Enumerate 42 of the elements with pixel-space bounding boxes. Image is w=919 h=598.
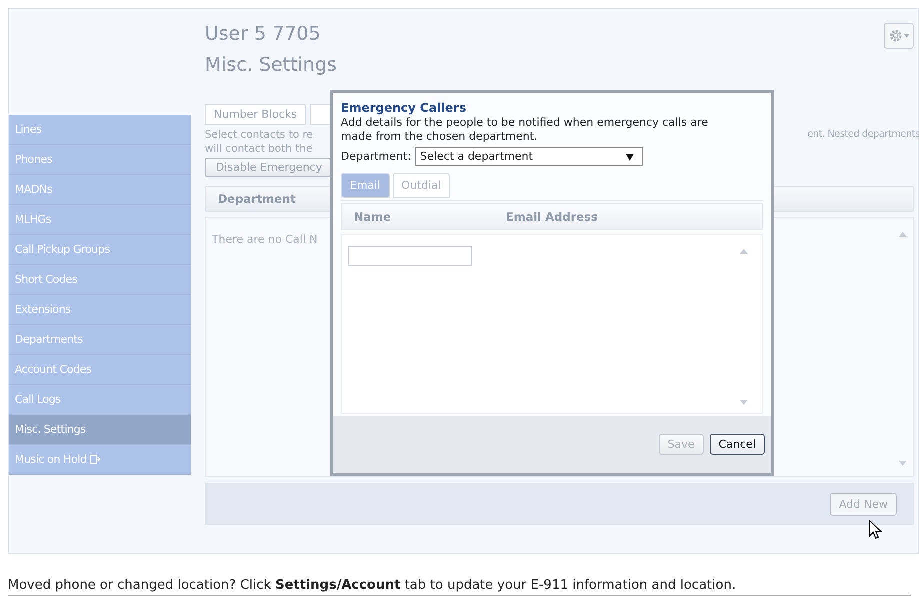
page-subtitle: Misc. Settings <box>205 54 338 78</box>
column-header: Name <box>353 210 392 224</box>
sidebar-item[interactable]: Short Codes <box>9 265 191 295</box>
sidebar-item[interactable]: Lines <box>9 115 191 145</box>
tab[interactable] <box>310 104 332 125</box>
tab[interactable]: Outdial <box>392 173 450 198</box>
dialog-button[interactable]: Cancel <box>710 434 765 455</box>
sidebar-item[interactable]: Phones <box>9 145 191 175</box>
settings-icon <box>888 29 902 43</box>
scroll-up-icon[interactable] <box>899 232 907 237</box>
dialog-description: Add details for the people to be notified when emergency calls are made from the chosen department. <box>341 116 710 144</box>
footer-text: Moved phone or changed location? Click Settings/Account tab to update your E-911 information and location. <box>8 578 911 596</box>
column-header: Email Address <box>505 210 600 224</box>
page-title: User 5 7705 <box>205 23 321 47</box>
dropdown-icon <box>626 152 634 160</box>
sidebar-item[interactable]: MADNs <box>9 175 191 205</box>
sidebar-item[interactable]: Account Codes <box>9 355 191 385</box>
scroll-up-icon[interactable] <box>740 249 748 254</box>
settings-button[interactable] <box>884 23 914 49</box>
tab[interactable]: Number Blocks <box>205 104 306 125</box>
department-label: Department: <box>341 150 412 163</box>
empty-message: There are no Call N <box>212 233 318 246</box>
tab[interactable]: Email <box>341 173 390 198</box>
input-field[interactable] <box>348 246 472 266</box>
sidebar-item[interactable]: Call Pickup Groups <box>9 235 191 265</box>
scroll-down-icon[interactable] <box>899 461 907 466</box>
dialog-title: Emergency Callers <box>341 101 468 115</box>
column-header: Department <box>218 192 296 206</box>
department-select[interactable]: Select a department <box>415 147 644 166</box>
scroll-down-icon[interactable] <box>740 400 748 405</box>
sidebar-item[interactable]: Call Logs <box>9 385 191 415</box>
sidebar-item[interactable]: Misc. Settings <box>9 415 191 445</box>
sidebar-item[interactable]: Music on Hold <box>9 445 191 475</box>
external-link-icon <box>90 455 101 464</box>
disable-button[interactable]: Disable Emergency <box>205 158 331 177</box>
cursor-icon <box>869 520 882 540</box>
add-new-button[interactable]: Add New <box>830 492 897 516</box>
sidebar-item[interactable]: Extensions <box>9 295 191 325</box>
caret-icon <box>904 34 910 38</box>
sidebar-item[interactable]: Departments <box>9 325 191 355</box>
description-text: Select contacts to re will contact both the <box>205 128 314 156</box>
sidebar-item[interactable]: MLHGs <box>9 205 191 235</box>
